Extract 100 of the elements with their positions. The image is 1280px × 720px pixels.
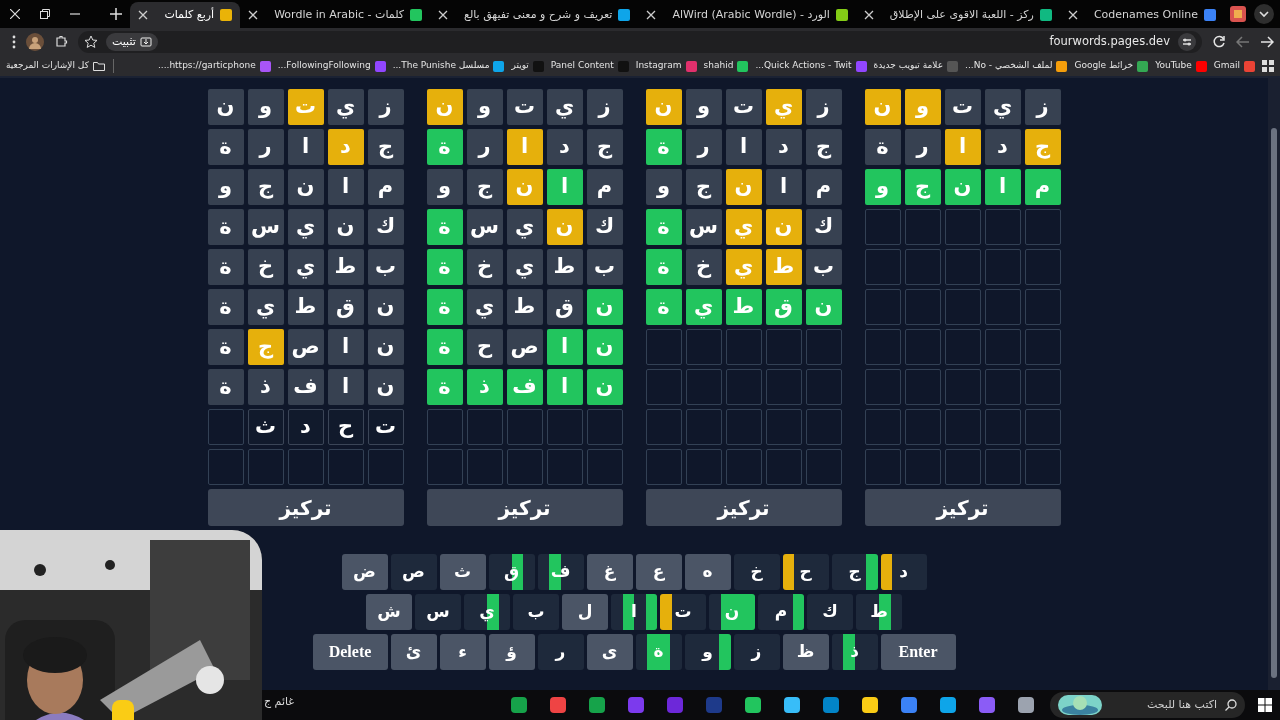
letter-tile: ج [586, 129, 623, 165]
empty-tile [944, 449, 981, 485]
keyboard-key[interactable]: و [684, 634, 731, 670]
letter-tile: خ [685, 249, 722, 285]
keyboard-key[interactable]: ل [562, 594, 608, 630]
letter-tile: م [586, 169, 623, 205]
focus-button[interactable]: تركيز [645, 489, 842, 526]
keyboard-key[interactable]: ظ [782, 634, 829, 670]
tab-search-button[interactable] [1254, 4, 1274, 24]
bookmark-item[interactable]: shahid [703, 59, 749, 73]
browser-tab[interactable]: الورد - AlWird (Arabic Wordle) [638, 2, 856, 28]
reload-icon[interactable] [1212, 35, 1226, 49]
app-icon[interactable] [588, 696, 606, 714]
keyboard-key[interactable]: ج [831, 554, 878, 590]
app-icon[interactable] [783, 696, 801, 714]
letter-tile: ة [207, 209, 244, 245]
back-arrow-icon[interactable] [1236, 35, 1250, 49]
letter-tile: ا [546, 169, 583, 205]
keyboard-key[interactable]: خ [733, 554, 780, 590]
bookmark-item[interactable]: YouTube [1155, 59, 1207, 73]
taskbar-search-field[interactable]: اكتب هنا للبحث [1050, 692, 1245, 718]
star-icon[interactable] [84, 35, 98, 49]
app-icon[interactable] [861, 696, 879, 714]
keyboard-key[interactable]: ش [366, 594, 412, 630]
bookmark-item[interactable]: Panel Content [550, 59, 629, 73]
apps-grid-icon[interactable] [1262, 60, 1274, 72]
close-icon[interactable] [10, 9, 20, 19]
keyboard-key[interactable]: Enter [880, 634, 956, 670]
browser-tab[interactable]: أربع كلمات [130, 2, 241, 28]
focus-button[interactable]: تركيز [426, 489, 623, 526]
empty-tile [1024, 289, 1061, 325]
keyboard-key[interactable]: ا [611, 594, 657, 630]
app-icon[interactable] [939, 696, 957, 714]
profile-avatar[interactable] [26, 33, 44, 51]
keyboard-key[interactable]: ز [733, 634, 780, 670]
menu-icon[interactable] [12, 35, 16, 49]
url-text[interactable]: fourwords.pages.dev [1049, 33, 1170, 51]
letter-tile: ة [426, 329, 463, 365]
weather-text[interactable]: غائم ج [264, 695, 295, 708]
focus-button[interactable]: تركيز [864, 489, 1061, 526]
keyboard-key[interactable]: ع [635, 554, 682, 590]
letter-tile: ا [327, 169, 364, 205]
empty-tile [805, 409, 842, 445]
app-icon[interactable] [510, 696, 528, 714]
close-icon[interactable] [248, 10, 259, 20]
browser-tab[interactable]: كلمات - Wordle in Arabic [240, 2, 431, 28]
empty-tile [765, 409, 802, 445]
close-icon[interactable] [138, 10, 149, 20]
letter-tile: ن [367, 329, 404, 365]
keyboard-key[interactable]: ب [513, 594, 559, 630]
letter-tile: ة [207, 329, 244, 365]
focus-button[interactable]: تركيز [207, 489, 404, 526]
app-icon[interactable] [549, 696, 567, 714]
empty-tile [645, 409, 682, 445]
keyboard-key[interactable]: ط [856, 594, 902, 630]
empty-tile [904, 449, 941, 485]
all-bookmarks-item[interactable]: كل الإشارات المرجعية [6, 59, 105, 73]
bookmark-item[interactable]: علامة تبويب جديدة [873, 59, 959, 73]
keyboard-key[interactable]: ك [807, 594, 853, 630]
keyboard-key[interactable]: ء [439, 634, 486, 670]
keyboard-key[interactable]: Delete [312, 634, 388, 670]
keyboard-key[interactable]: ث [439, 554, 486, 590]
bookmark-item[interactable]: Gmail [1213, 59, 1255, 73]
keyboard-key[interactable]: د [880, 554, 927, 590]
keyboard-key[interactable]: ه [684, 554, 731, 590]
keyboard-key[interactable]: م [758, 594, 804, 630]
keyboard-key[interactable]: ض [341, 554, 388, 590]
keyboard-key[interactable]: ص [390, 554, 437, 590]
letter-tile: ط [765, 249, 802, 285]
keyboard-key[interactable]: ؤ [488, 634, 535, 670]
bookmark-item[interactable]: تويتر [511, 59, 544, 73]
empty-tile [367, 449, 404, 485]
close-icon[interactable] [863, 10, 874, 20]
browser-tab[interactable]: تعريف و شرح و معنى تفيهق بالع [430, 2, 639, 28]
scrollbar-thumb[interactable] [1271, 128, 1277, 678]
keyboard-key[interactable]: ر [537, 634, 584, 670]
bookmark-item[interactable]: خرائط Google [1074, 59, 1149, 73]
extensions-icon[interactable] [54, 35, 68, 49]
new-tab-icon[interactable] [110, 8, 123, 20]
browser-tab[interactable]: ركز - اللعبة الاقوى على الإطلاق [855, 2, 1060, 28]
keyboard-key[interactable]: غ [586, 554, 633, 590]
letter-tile: ا [984, 169, 1021, 205]
empty-tile [904, 209, 941, 245]
browser-tab[interactable]: Codenames Online [1059, 2, 1224, 28]
site-info-icon[interactable] [1178, 33, 1196, 51]
forward-arrow-icon[interactable] [1260, 35, 1274, 49]
keyboard-key[interactable]: ت [660, 594, 706, 630]
keyboard-key[interactable]: س [415, 594, 461, 630]
windows-start-icon[interactable] [1258, 698, 1272, 712]
letter-tile: ة [207, 129, 244, 165]
bookmark-item[interactable]: Instagram [635, 59, 697, 73]
keyboard-key[interactable]: ى [586, 634, 633, 670]
close-icon[interactable] [646, 10, 657, 20]
close-icon[interactable] [438, 10, 449, 20]
close-icon[interactable] [1067, 10, 1078, 20]
keyboard-key[interactable]: ح [782, 554, 829, 590]
keyboard-key[interactable]: ئ [390, 634, 437, 670]
restore-icon[interactable] [40, 9, 50, 19]
app-icon[interactable] [744, 696, 762, 714]
install-button[interactable]: تثبيت [106, 33, 158, 51]
